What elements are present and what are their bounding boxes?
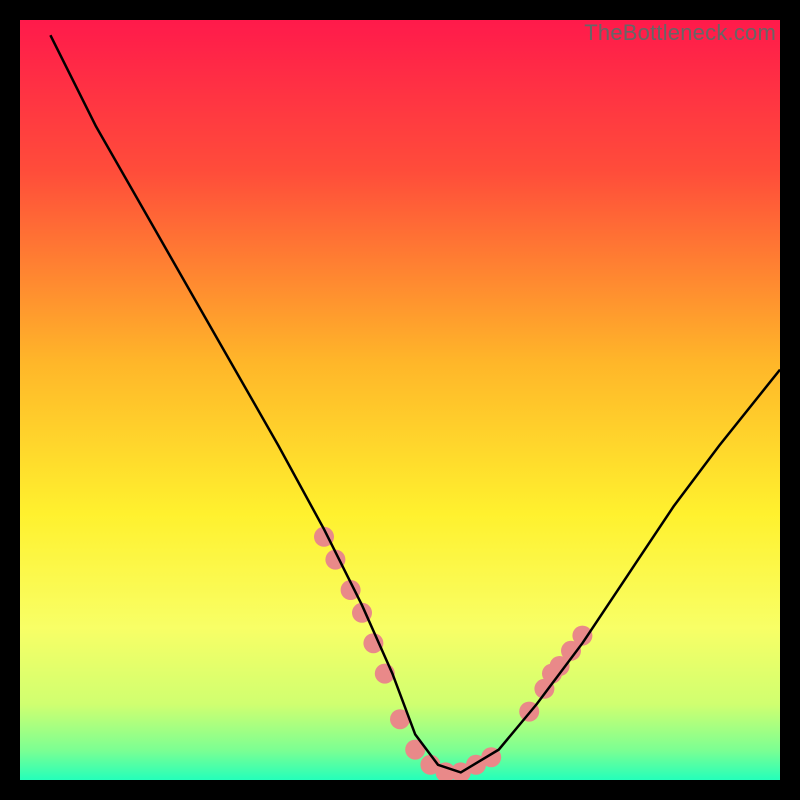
bottleneck-chart (20, 20, 780, 780)
scatter-dot (363, 633, 383, 653)
gradient-background (20, 20, 780, 780)
watermark-text: TheBottleneck.com (584, 20, 776, 46)
chart-frame: TheBottleneck.com (20, 20, 780, 780)
